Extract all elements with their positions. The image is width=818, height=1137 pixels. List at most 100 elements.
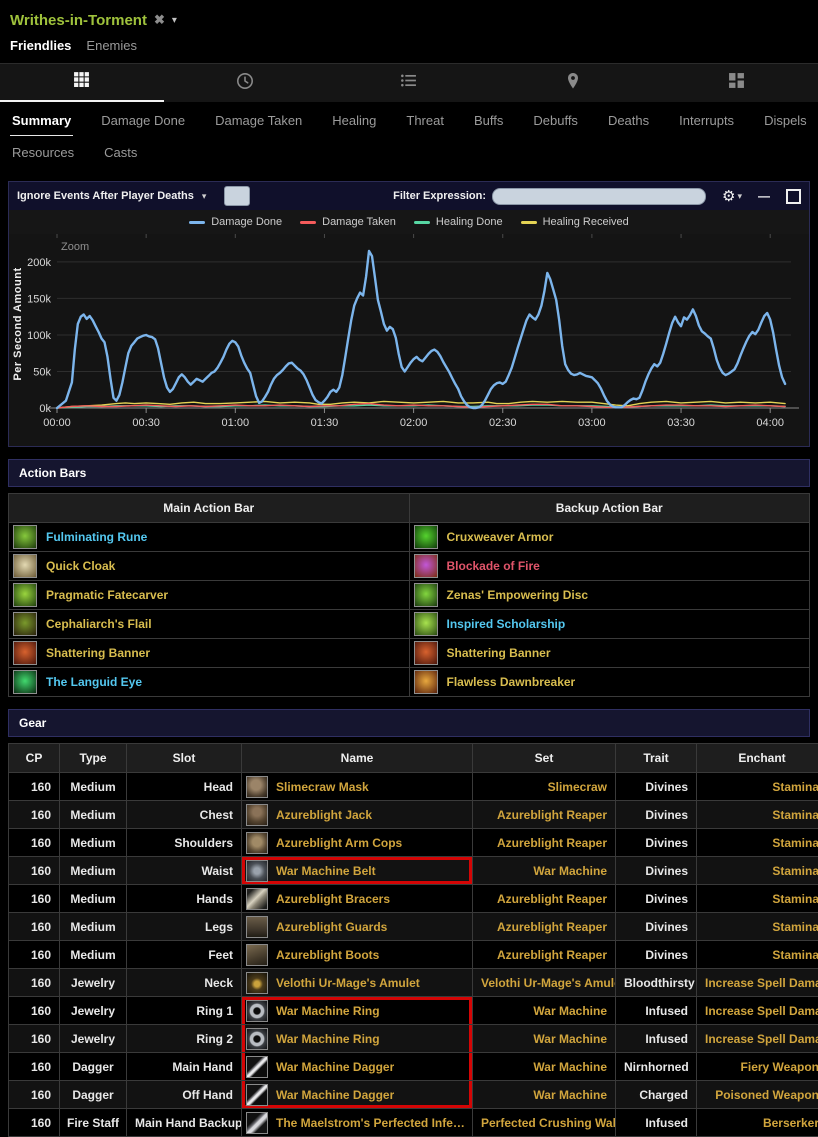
chart-plot-area[interactable] (57, 240, 791, 408)
item-link-azureblight-arm-cops[interactable]: Azureblight Arm Cops (276, 836, 402, 850)
action-bar-row: Shattering Banner Shattering Banner (9, 639, 810, 668)
amulet-item-icon (246, 972, 268, 994)
events-toggle-box[interactable] (224, 186, 250, 206)
legend-damage-done[interactable]: Damage Done (189, 216, 282, 228)
ability-cell: Zenas' Empowering Disc (409, 581, 810, 610)
fight-tab-enemies[interactable]: Enemies (86, 38, 137, 53)
item-link-slimecraw-mask[interactable]: Slimecraw Mask (276, 780, 369, 794)
ability-link-quick-cloak[interactable]: Quick Cloak (46, 559, 115, 573)
gear-type-cell: Jewelry (60, 997, 127, 1025)
item-link-azureblight-bracers[interactable]: Azureblight Bracers (276, 892, 390, 906)
tab-casts[interactable]: Casts (102, 136, 139, 167)
ability-cell: Blockade of Fire (409, 552, 810, 581)
view-tab-blocks[interactable] (654, 64, 818, 102)
view-tab-clock[interactable] (164, 64, 328, 102)
tab-summary[interactable]: Summary (10, 104, 73, 136)
action-bar-row: Fulminating Rune Cruxweaver Armor (9, 523, 810, 552)
ability-link-pragmatic-fatecarver[interactable]: Pragmatic Fatecarver (46, 588, 168, 602)
gear-type-cell: Medium (60, 801, 127, 829)
tab-buffs[interactable]: Buffs (472, 104, 505, 136)
gear-type-cell: Medium (60, 829, 127, 857)
item-link-the-maelstrom-s-perfected-inferno[interactable]: The Maelstrom's Perfected Inferno… (276, 1116, 468, 1130)
tab-healing[interactable]: Healing (330, 104, 378, 136)
item-link-war-machine-dagger[interactable]: War Machine Dagger (276, 1088, 394, 1102)
tab-debuffs[interactable]: Debuffs (531, 104, 580, 136)
chart-settings-button[interactable]: ⚙ ▾ (722, 187, 742, 205)
gear-name-cell: Velothi Ur-Mage's Amulet (242, 969, 473, 997)
view-tab-grid[interactable] (0, 64, 164, 102)
view-tab-list[interactable] (327, 64, 491, 102)
ignore-deaths-caret-icon[interactable]: ▾ (202, 191, 207, 202)
item-link-war-machine-belt[interactable]: War Machine Belt (276, 864, 376, 878)
gear-set-cell: War Machine (473, 1053, 616, 1081)
gear-trait-cell: Divines (616, 857, 697, 885)
filter-expression-input[interactable] (492, 188, 706, 205)
tab-damage-done[interactable]: Damage Done (99, 104, 187, 136)
fight-tab-friendlies[interactable]: Friendlies (10, 38, 71, 53)
tab-threat[interactable]: Threat (404, 104, 446, 136)
gear-trait-cell: Infused (616, 1109, 697, 1137)
action-bar-row: Cephaliarch's Flail Inspired Scholarship (9, 610, 810, 639)
ability-link-shattering-banner[interactable]: Shattering Banner (447, 646, 551, 660)
item-link-war-machine-ring[interactable]: War Machine Ring (276, 1032, 380, 1046)
item-link-war-machine-dagger[interactable]: War Machine Dagger (276, 1060, 394, 1074)
ability-link-the-languid-eye[interactable]: The Languid Eye (46, 675, 142, 689)
item-link-war-machine-ring[interactable]: War Machine Ring (276, 1004, 380, 1018)
y-tick-label: 0k (39, 403, 51, 415)
item-link-azureblight-boots[interactable]: Azureblight Boots (276, 948, 379, 962)
gear-table: CPTypeSlotNameSetTraitEnchant160MediumHe… (8, 743, 810, 1137)
gear-slot-cell: Ring 1 (127, 997, 242, 1025)
settings-caret-icon: ▾ (737, 191, 742, 202)
tab-deaths[interactable]: Deaths (606, 104, 651, 136)
gear-set-cell: War Machine (473, 997, 616, 1025)
inspired-scholarship-icon (414, 612, 438, 636)
gear-name-cell-highlighted: War Machine Ring (242, 997, 473, 1025)
gear-enchant-cell: Stamina (697, 913, 818, 941)
item-link-azureblight-guards[interactable]: Azureblight Guards (276, 920, 387, 934)
chart-controls-bar: Ignore Events After Player Deaths ▾ Filt… (9, 182, 809, 210)
item-link-velothi-ur-mage-s-amulet[interactable]: Velothi Ur-Mage's Amulet (276, 976, 420, 990)
ability-cell: Quick Cloak (9, 552, 410, 581)
ability-cell: Shattering Banner (409, 639, 810, 668)
gear-name-cell: Azureblight Boots (242, 941, 473, 969)
gear-grid: CPTypeSlotNameSetTraitEnchant160MediumHe… (8, 743, 818, 1137)
maximize-button[interactable] (786, 189, 801, 204)
gear-name-cell: Azureblight Arm Cops (242, 829, 473, 857)
legend-swatch-damage-done (189, 221, 205, 224)
view-tab-location-pin[interactable] (491, 64, 655, 102)
item-link-azureblight-jack[interactable]: Azureblight Jack (276, 808, 372, 822)
y-tick-label: 200k (27, 257, 51, 269)
legend-healing-received[interactable]: Healing Received (521, 216, 629, 228)
gear-row-waist: 160MediumWaistWar Machine BeltWar Machin… (9, 857, 818, 885)
blocks-icon (728, 72, 745, 94)
grid-icon (73, 71, 90, 93)
gear-slot-cell: Neck (127, 969, 242, 997)
ring-item-icon (246, 1028, 268, 1050)
legend-healing-done[interactable]: Healing Done (414, 216, 503, 228)
ability-link-blockade-of-fire[interactable]: Blockade of Fire (447, 559, 540, 573)
dagger-item-icon (246, 1084, 268, 1106)
ability-link-cruxweaver-armor[interactable]: Cruxweaver Armor (447, 530, 554, 544)
fight-dropdown-caret-icon[interactable]: ▾ (172, 15, 177, 26)
ability-link-shattering-banner[interactable]: Shattering Banner (46, 646, 150, 660)
per-second-chart: 0k50k100k150k200k00:0000:3001:0001:3002:… (9, 234, 809, 446)
filter-group: Filter Expression: (393, 188, 706, 205)
ability-link-cephaliarch-s-flail[interactable]: Cephaliarch's Flail (46, 617, 152, 631)
tab-damage-taken[interactable]: Damage Taken (213, 104, 304, 136)
gear-slot-cell: Shoulders (127, 829, 242, 857)
gear-trait-cell: Infused (616, 997, 697, 1025)
tab-resources[interactable]: Resources (10, 136, 76, 167)
gear-set-cell: Azureblight Reaper (473, 913, 616, 941)
gear-type-cell: Medium (60, 773, 127, 801)
ignore-deaths-dropdown[interactable]: Ignore Events After Player Deaths (17, 190, 194, 202)
ability-link-inspired-scholarship[interactable]: Inspired Scholarship (447, 617, 566, 631)
minimize-button[interactable]: — (758, 189, 770, 203)
tab-interrupts[interactable]: Interrupts (677, 104, 736, 136)
ability-link-fulminating-rune[interactable]: Fulminating Rune (46, 530, 147, 544)
legend-damage-taken[interactable]: Damage Taken (300, 216, 396, 228)
gear-cp-cell: 160 (9, 829, 60, 857)
ability-link-zenas-empowering-disc[interactable]: Zenas' Empowering Disc (447, 588, 589, 602)
tab-dispels[interactable]: Dispels (762, 104, 809, 136)
ability-cell: Cephaliarch's Flail (9, 610, 410, 639)
ability-link-flawless-dawnbreaker[interactable]: Flawless Dawnbreaker (447, 675, 576, 689)
